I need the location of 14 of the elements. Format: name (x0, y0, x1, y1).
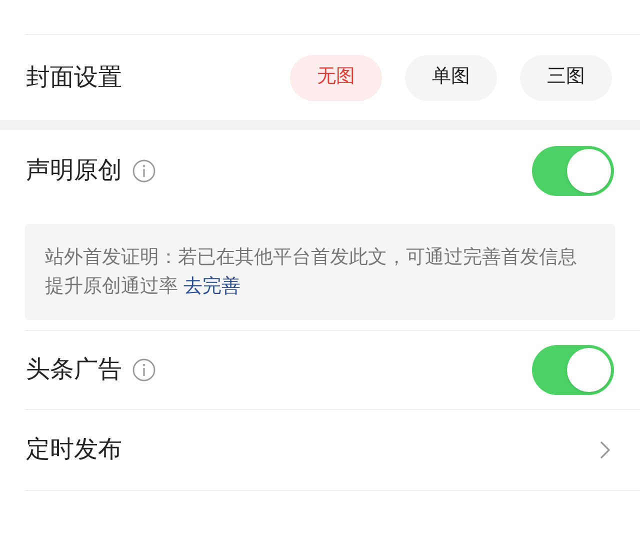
row-label: 头条广告 (26, 355, 122, 385)
row-label: 声明原创 (26, 156, 122, 186)
info-icon[interactable] (132, 159, 156, 183)
cover-option[interactable]: 无图 (290, 54, 382, 100)
toggle-switch[interactable] (532, 345, 614, 395)
row-label: 封面设置 (26, 62, 123, 92)
info-icon[interactable] (132, 358, 156, 382)
toggle-switch[interactable] (532, 146, 614, 196)
row-label: 定时发布 (26, 435, 123, 465)
notice-text: 站外首发证明：若已在其他平台首发此文，可通过完善首发信息提升原创通过率 去完善 (45, 246, 578, 299)
improve-link[interactable]: 去完善 (183, 276, 240, 297)
cover-option[interactable]: 三图 (520, 54, 612, 100)
chevron-right-icon[interactable] (600, 441, 610, 459)
cover-option[interactable]: 单图 (405, 54, 497, 100)
